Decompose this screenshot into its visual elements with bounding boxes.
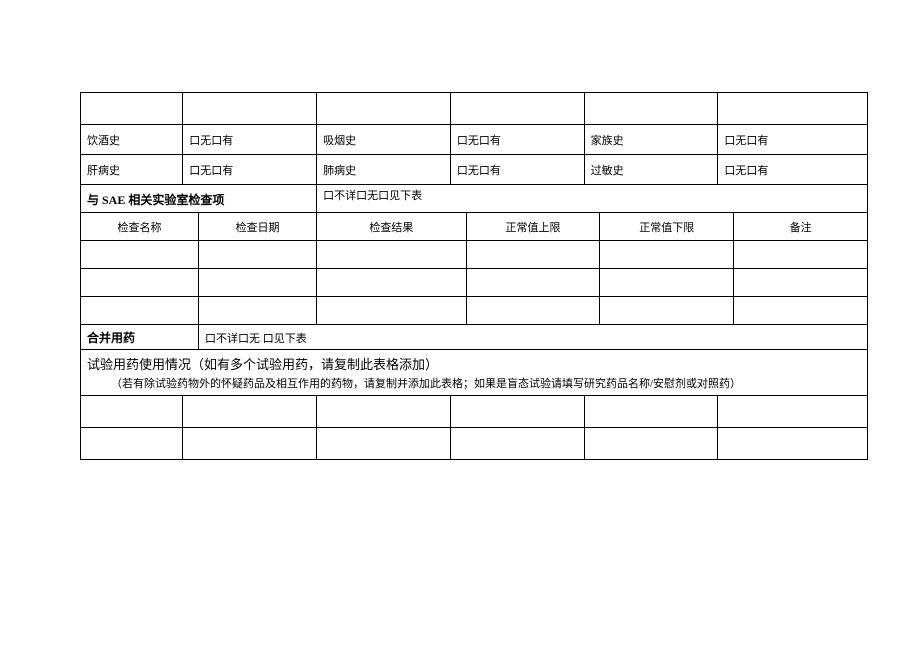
drinking-history-label: 饮酒史 (81, 125, 183, 155)
family-history-label: 家族史 (584, 125, 718, 155)
lung-history-value[interactable]: 口无口有 (450, 155, 584, 185)
table-row (81, 297, 868, 325)
medication-subheading: （若有除试验药物外的怀疑药品及相互作用的药物，请复制并添加此表格；如果是盲态试验… (81, 375, 867, 395)
concomitant-label-text: 合并用药 (87, 331, 135, 345)
cell[interactable] (734, 269, 868, 297)
form-container: 饮酒史 口无口有 吸烟史 口无口有 家族史 口无口有 肝病史 口无口有 肺病史 … (80, 92, 868, 460)
cell (450, 93, 584, 125)
cell (81, 93, 183, 125)
family-history-value[interactable]: 口无口有 (718, 125, 868, 155)
table-row: 饮酒史 口无口有 吸烟史 口无口有 家族史 口无口有 (81, 125, 868, 155)
col-exam-result: 检查结果 (317, 213, 467, 241)
medication-heading: 试验用药使用情况（如有多个试验用药，请复制此表格添加） (81, 350, 867, 375)
cell (718, 93, 868, 125)
drinking-history-value[interactable]: 口无口有 (183, 125, 317, 155)
medication-table (80, 395, 868, 460)
cell[interactable] (183, 396, 317, 428)
cell (317, 93, 451, 125)
cell[interactable] (584, 428, 718, 460)
concomitant-opts[interactable]: 口不详口无 口见下表 (199, 325, 868, 351)
cell[interactable] (584, 396, 718, 428)
table-row (81, 269, 868, 297)
lab-header-row: 检查名称 检查日期 检查结果 正常值上限 正常值下限 备注 (81, 213, 868, 241)
smoking-history-label: 吸烟史 (317, 125, 451, 155)
cell[interactable] (734, 241, 868, 269)
medication-heading-block: 试验用药使用情况（如有多个试验用药，请复制此表格添加） （若有除试验药物外的怀疑… (80, 349, 868, 395)
col-remark: 备注 (734, 213, 868, 241)
concomitant-row: 合并用药 口不详口无 口见下表 (81, 325, 868, 351)
cell[interactable] (317, 428, 451, 460)
cell[interactable] (81, 241, 199, 269)
concomitant-table: 合并用药 口不详口无 口见下表 (80, 324, 868, 350)
cell[interactable] (317, 269, 467, 297)
col-lower-limit: 正常值下限 (600, 213, 734, 241)
cell[interactable] (466, 297, 600, 325)
cell[interactable] (466, 241, 600, 269)
cell[interactable] (183, 428, 317, 460)
lung-history-label: 肺病史 (317, 155, 451, 185)
table-row (81, 93, 868, 125)
col-upper-limit: 正常值上限 (466, 213, 600, 241)
allergy-history-value[interactable]: 口无口有 (718, 155, 868, 185)
cell[interactable] (734, 297, 868, 325)
table-row (81, 428, 868, 460)
table-row (81, 396, 868, 428)
cell[interactable] (81, 297, 199, 325)
cell[interactable] (317, 241, 467, 269)
cell[interactable] (317, 396, 451, 428)
cell[interactable] (199, 241, 317, 269)
cell[interactable] (450, 396, 584, 428)
cell[interactable] (718, 396, 868, 428)
history-table: 饮酒史 口无口有 吸烟史 口无口有 家族史 口无口有 肝病史 口无口有 肺病史 … (80, 92, 868, 185)
cell[interactable] (718, 428, 868, 460)
lab-section-row: 与 SAE 相关实验室检查项 口不详口无口见下表 (81, 185, 868, 213)
cell[interactable] (81, 396, 183, 428)
lab-table: 与 SAE 相关实验室检查项 口不详口无口见下表 检查名称 检查日期 检查结果 … (80, 184, 868, 325)
cell (183, 93, 317, 125)
cell[interactable] (600, 269, 734, 297)
cell[interactable] (450, 428, 584, 460)
table-row: 肝病史 口无口有 肺病史 口无口有 过敏史 口无口有 (81, 155, 868, 185)
smoking-history-value[interactable]: 口无口有 (450, 125, 584, 155)
cell[interactable] (199, 269, 317, 297)
col-exam-name: 检查名称 (81, 213, 199, 241)
lab-section-label-text: 与 SAE 相关实验室检查项 (87, 193, 224, 207)
liver-history-value[interactable]: 口无口有 (183, 155, 317, 185)
cell[interactable] (81, 269, 199, 297)
cell[interactable] (317, 297, 467, 325)
concomitant-label: 合并用药 (81, 325, 199, 351)
cell[interactable] (466, 269, 600, 297)
cell[interactable] (81, 428, 183, 460)
cell[interactable] (600, 241, 734, 269)
allergy-history-label: 过敏史 (584, 155, 718, 185)
cell[interactable] (600, 297, 734, 325)
lab-section-opts[interactable]: 口不详口无口见下表 (317, 185, 868, 213)
liver-history-label: 肝病史 (81, 155, 183, 185)
col-exam-date: 检查日期 (199, 213, 317, 241)
lab-section-label: 与 SAE 相关实验室检查项 (81, 185, 317, 213)
cell (584, 93, 718, 125)
cell[interactable] (199, 297, 317, 325)
table-row (81, 241, 868, 269)
